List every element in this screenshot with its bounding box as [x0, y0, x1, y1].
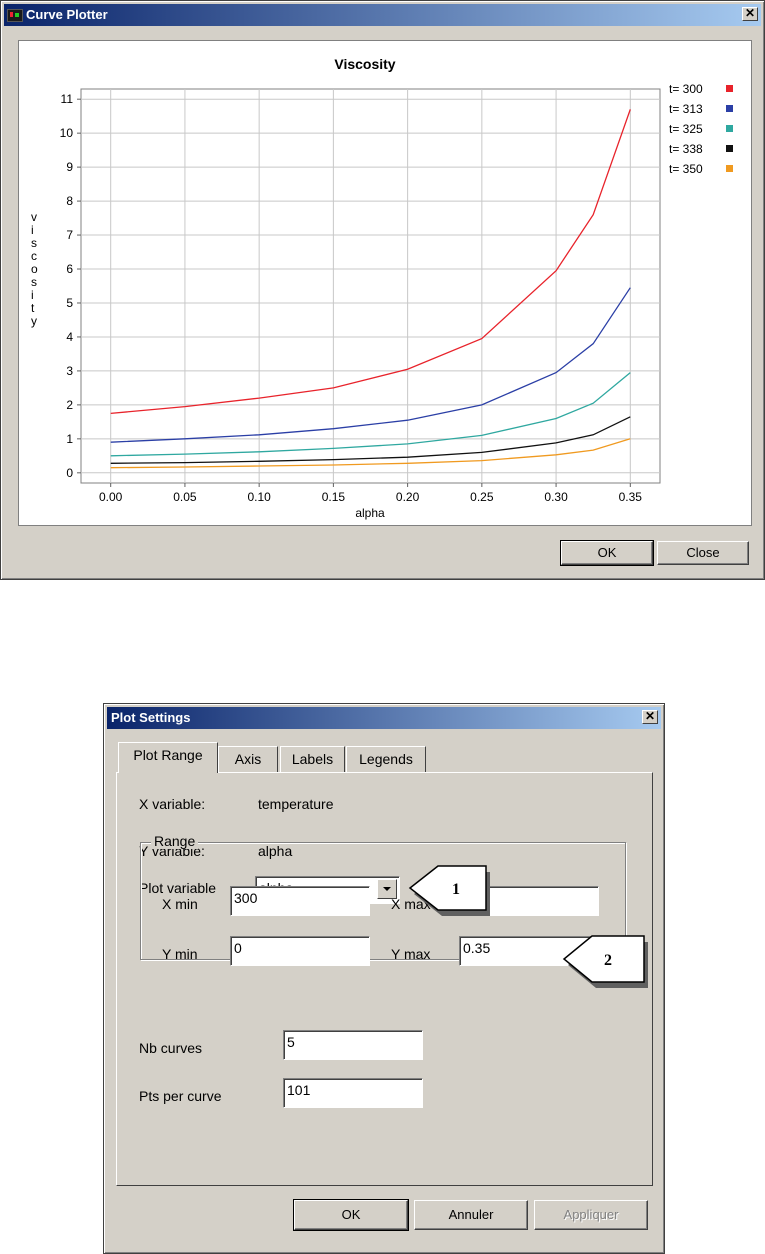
y-tick-label: 0	[66, 466, 73, 480]
xmin-label: X min	[162, 896, 198, 912]
legend-label: t= 350	[669, 162, 703, 176]
close-icon[interactable]: ✕	[742, 7, 758, 21]
x-tick-label: 0.00	[99, 490, 123, 504]
x-tick-label: 0.05	[173, 490, 197, 504]
ymax-label: Y max	[391, 946, 431, 962]
y-tick-label: 5	[66, 296, 73, 310]
x-tick-label: 0.25	[470, 490, 494, 504]
y-tick-label: 2	[66, 398, 73, 412]
legend-swatch	[726, 165, 733, 172]
legend-label: t= 338	[669, 142, 703, 156]
xmin-input[interactable]: 300	[230, 886, 370, 916]
legend-label: t= 313	[669, 102, 703, 116]
app-icon	[7, 9, 23, 22]
pts-per-curve-input[interactable]: 101	[283, 1078, 423, 1108]
window-title: Curve Plotter	[26, 7, 108, 22]
x-tick-label: 0.35	[619, 490, 643, 504]
y-tick-label: 7	[66, 228, 73, 242]
callout-1: 1	[408, 865, 490, 916]
window-title: Plot Settings	[111, 710, 191, 725]
pts-per-curve-label: Pts per curve	[139, 1088, 222, 1104]
y-tick-label: 9	[66, 160, 73, 174]
y-tick-label: 4	[66, 330, 73, 344]
legend-swatch	[726, 145, 733, 152]
y-axis-label: viscosity	[31, 210, 38, 328]
chart-title: Viscosity	[334, 56, 395, 72]
viscosity-chart: Viscosity 0.00 0.05 0.10 0.15 0.20 0.25 0.30 0.…	[31, 56, 733, 520]
x-tick-label: 0.20	[396, 490, 420, 504]
close-button[interactable]: Close	[657, 541, 749, 565]
x-tick-label: 0.10	[247, 490, 271, 504]
y-tick-label: 10	[60, 126, 74, 140]
legend-label: t= 325	[669, 122, 703, 136]
x-tick-label: 0.15	[322, 490, 346, 504]
y-tick-label: 3	[66, 364, 73, 378]
tab-axis[interactable]: Axis	[218, 746, 278, 772]
range-title: Range	[151, 833, 199, 849]
tab-legends[interactable]: Legends	[346, 746, 426, 772]
legend-swatch	[726, 105, 733, 112]
ymin-label: Y min	[162, 946, 198, 962]
callout-1-label: 1	[452, 881, 460, 898]
x-tick-label: 0.30	[544, 490, 568, 504]
apply-button: Appliquer	[534, 1200, 648, 1230]
plot-area: Viscosity 0.00 0.05 0.10 0.15 0.20 0.25 0.30 0.…	[18, 40, 752, 526]
legend-swatch	[726, 85, 733, 92]
curve-plotter-window: Curve Plotter ✕ Viscosity 0.00 0.05 0.10 0.…	[0, 0, 765, 580]
ok-button[interactable]: OK	[293, 1199, 409, 1231]
callout-2-label: 2	[604, 952, 612, 969]
tab-plot-range[interactable]: Plot Range	[118, 742, 218, 773]
y-tick-label: 8	[66, 194, 73, 208]
legend-swatch	[726, 125, 733, 132]
x-variable-label: X variable:	[139, 796, 206, 812]
legend-label: t= 300	[669, 82, 703, 96]
curve-plotter-titlebar[interactable]: Curve Plotter ✕	[4, 4, 761, 26]
close-icon[interactable]: ✕	[642, 710, 658, 724]
nb-curves-input[interactable]: 5	[283, 1030, 423, 1060]
x-axis-label: alpha	[355, 506, 385, 520]
legend: t= 300 t= 313 t= 325 t= 338 t= 350	[669, 82, 733, 176]
ymin-input[interactable]: 0	[230, 936, 370, 966]
y-tick-label: 1	[66, 432, 73, 446]
callout-2-final: 2	[562, 935, 648, 988]
x-variable-value: temperature	[258, 796, 334, 812]
y-tick-label: 11	[61, 92, 74, 106]
plot-settings-titlebar[interactable]: Plot Settings ✕	[107, 707, 661, 729]
tab-labels[interactable]: Labels	[280, 746, 345, 772]
cancel-button[interactable]: Annuler	[414, 1200, 528, 1230]
y-tick-label: 6	[66, 262, 73, 276]
callout-2-graphic	[558, 786, 654, 848]
nb-curves-label: Nb curves	[139, 1040, 203, 1056]
ok-button[interactable]: OK	[560, 540, 654, 566]
